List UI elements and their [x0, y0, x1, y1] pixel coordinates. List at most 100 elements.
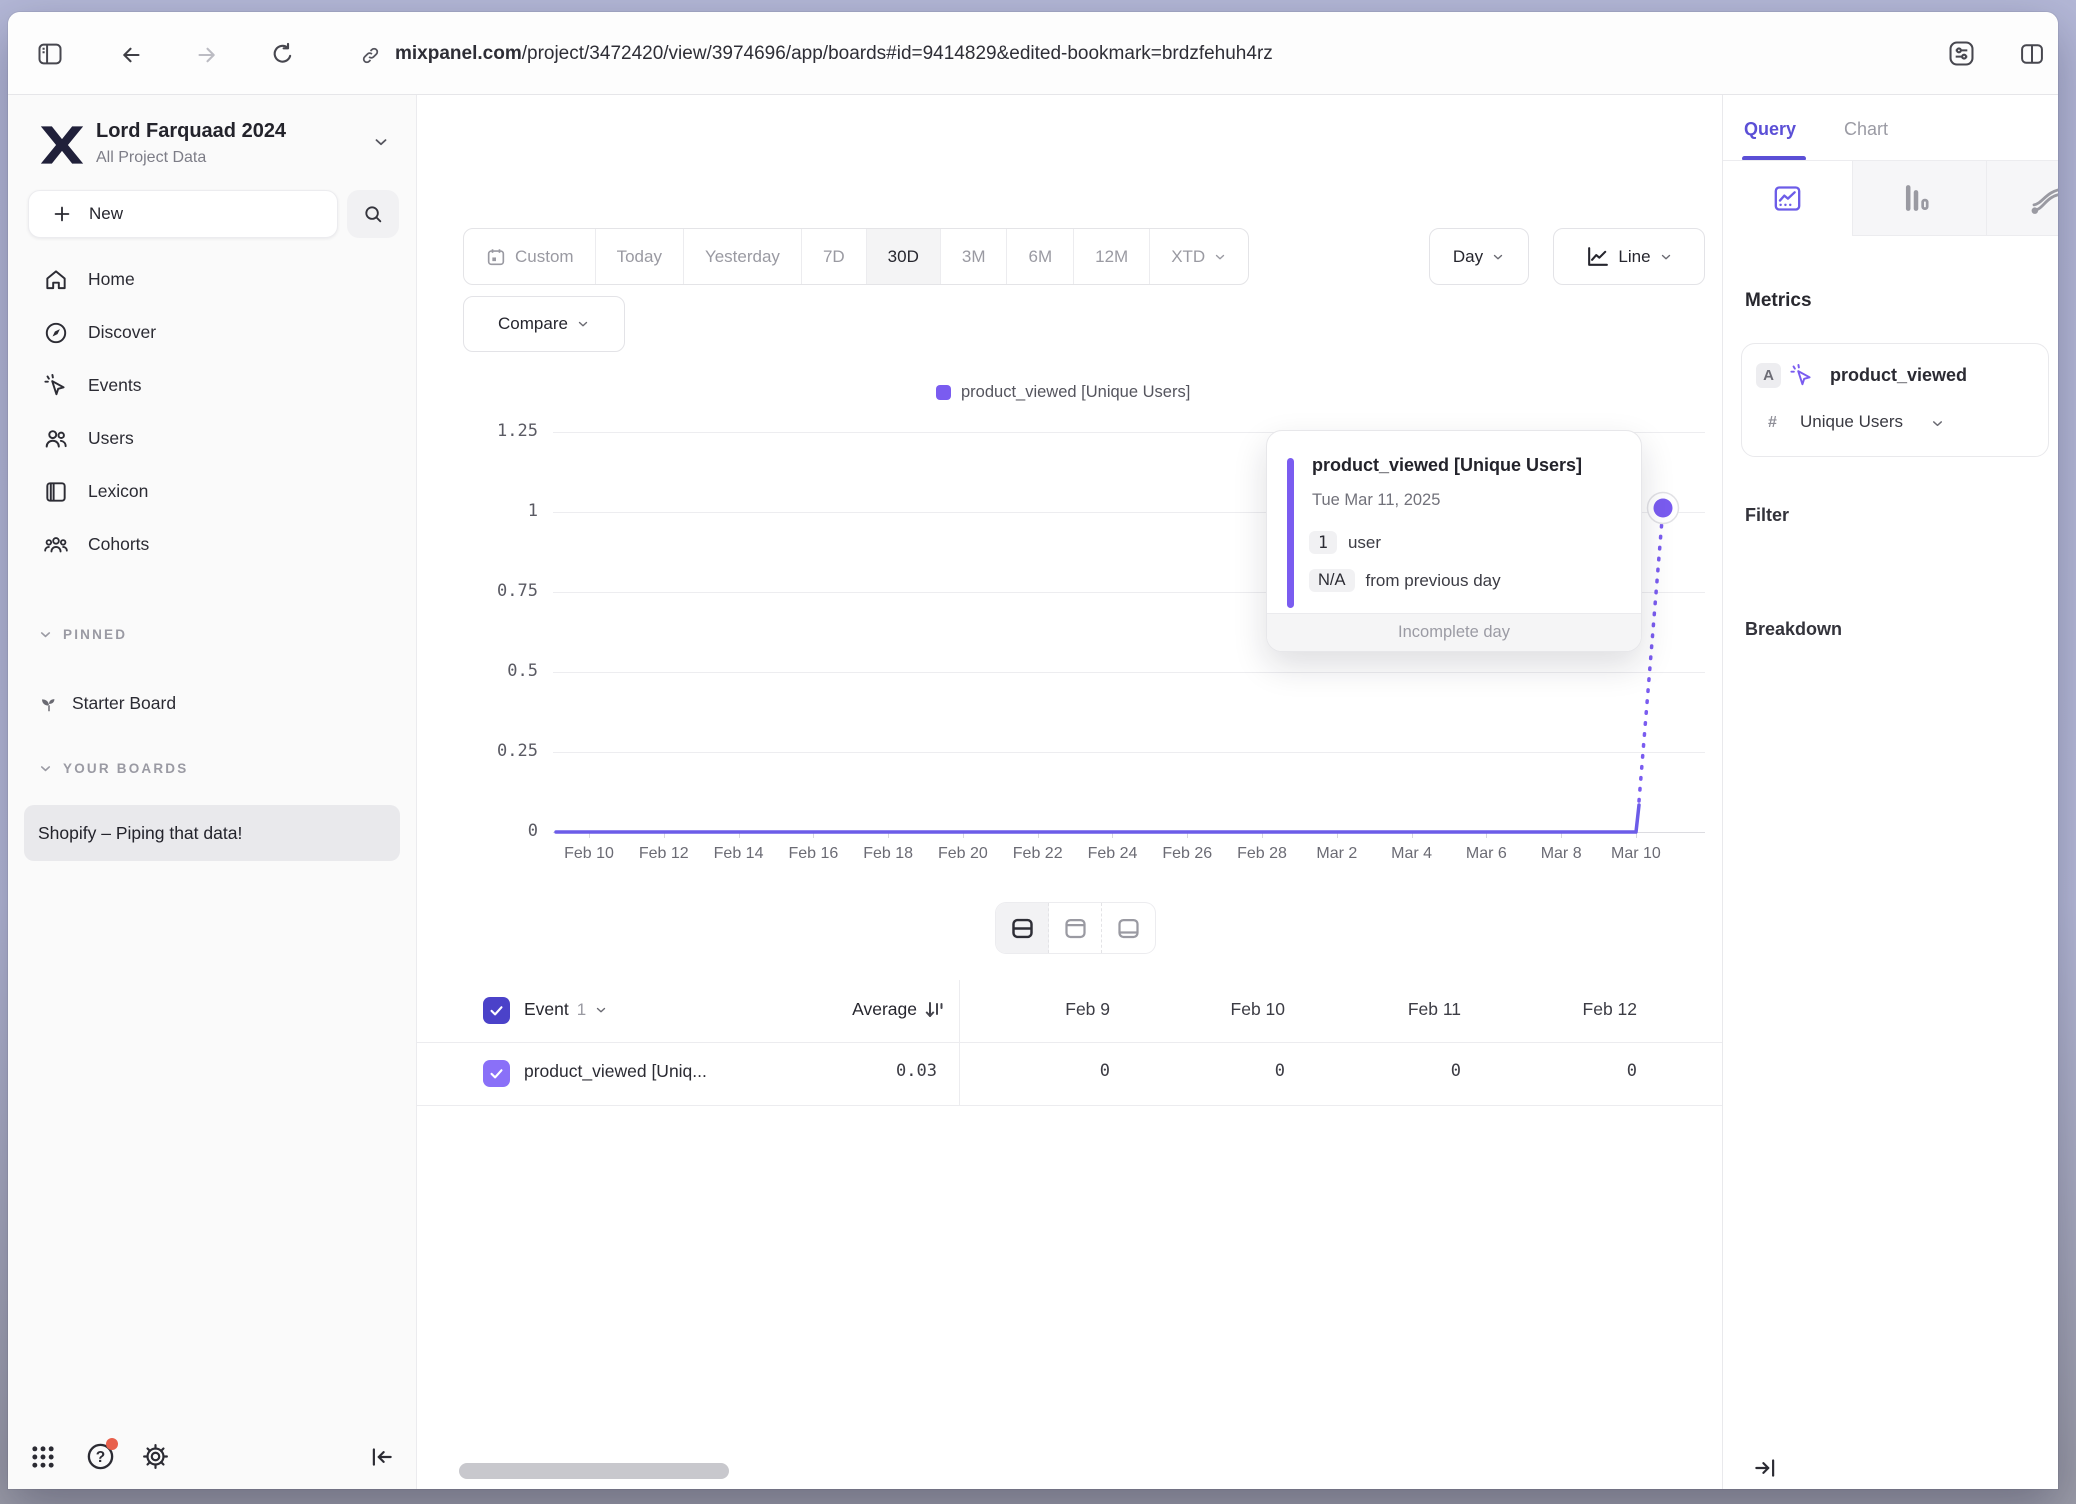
your-boards-label: YOUR BOARDS	[63, 761, 188, 776]
new-button-label: New	[89, 204, 123, 224]
browser-forward-icon[interactable]	[194, 43, 220, 67]
browser-sidebar-toggle-icon[interactable]	[36, 40, 64, 68]
range-custom[interactable]: Custom	[464, 229, 596, 284]
tab-query[interactable]: Query	[1744, 119, 1796, 140]
apps-grid-icon[interactable]	[29, 1443, 57, 1471]
range-today[interactable]: Today	[596, 229, 684, 284]
seedling-icon	[38, 692, 60, 714]
search-button[interactable]	[347, 190, 399, 238]
browser-reload-icon[interactable]	[269, 41, 296, 68]
inactive-tabs-bg	[1853, 161, 2058, 236]
tab-chart[interactable]: Chart	[1844, 119, 1888, 140]
date-column-header[interactable]: Feb 10	[1134, 999, 1309, 1020]
y-tick-label: 0	[476, 821, 538, 841]
date-column-header[interactable]: Feb 11	[1309, 999, 1485, 1020]
sidebar-item-home[interactable]: Home	[8, 253, 416, 306]
sidebar-item-users[interactable]: Users	[8, 412, 416, 465]
range-12m[interactable]: 12M	[1074, 229, 1150, 284]
x-tick-label: Feb 10	[553, 845, 625, 863]
sidebar-item-cohorts[interactable]: Cohorts	[8, 518, 416, 571]
collapse-sidebar-icon[interactable]	[368, 1444, 396, 1470]
date-column-header[interactable]: Feb 12	[1485, 999, 1661, 1020]
aggregation-dropdown[interactable]: Unique Users	[1800, 412, 1903, 432]
sidebar-item-label: Cohorts	[88, 534, 149, 555]
new-button[interactable]: New	[28, 190, 338, 238]
sidebar-item-label: Home	[88, 269, 135, 290]
compass-icon	[42, 320, 70, 346]
row-values: 0 0 0 0	[959, 1061, 1722, 1081]
pinned-label: PINNED	[63, 627, 127, 642]
gear-icon[interactable]	[141, 1442, 170, 1471]
date-range-control: Custom Today Yesterday 7D 30D 3M 6M 12M …	[463, 228, 1249, 285]
line-chart-icon	[1585, 244, 1610, 269]
sidebar-item-label: Discover	[88, 322, 156, 343]
project-name[interactable]: Lord Farquaad 2024	[96, 120, 286, 143]
x-tick-label: Feb 14	[703, 845, 775, 863]
plus-icon	[51, 203, 73, 225]
legend-label: product_viewed [Unique Users]	[961, 383, 1190, 402]
flow-chart-tab[interactable]	[2029, 179, 2058, 219]
chart-type-dropdown[interactable]: Line	[1553, 228, 1705, 285]
browser-back-icon[interactable]	[118, 43, 144, 67]
chevron-down-icon[interactable]	[1930, 416, 1945, 431]
insights-line-tab[interactable]	[1723, 161, 1853, 236]
tab-separator	[1986, 161, 1987, 236]
sidebar-item-events[interactable]: Events	[8, 359, 416, 412]
breakdown-section-label[interactable]: Breakdown	[1745, 619, 1842, 640]
sort-icon[interactable]	[923, 998, 947, 1022]
project-chevron-down-icon[interactable]	[372, 133, 390, 151]
tooltip-change: N/A	[1309, 569, 1355, 592]
data-point[interactable]	[1654, 499, 1673, 518]
metric-card[interactable]: A product_viewed # Unique Users	[1741, 343, 2049, 457]
event-header-label: Event	[524, 999, 569, 1020]
range-3m[interactable]: 3M	[941, 229, 1008, 284]
sidebar-item-lexicon[interactable]: Lexicon	[8, 465, 416, 518]
average-column-header[interactable]: Average	[747, 999, 917, 1020]
select-all-checkbox[interactable]	[483, 997, 510, 1024]
flow-icon	[2029, 179, 2058, 219]
event-column-header[interactable]: Event 1	[524, 999, 608, 1020]
sidebar-item-starter-board[interactable]: Starter Board	[8, 683, 416, 723]
line-chart-icon	[1771, 182, 1804, 215]
pinned-section-header[interactable]: PINNED	[38, 627, 127, 642]
help-icon[interactable]: ?	[85, 1441, 116, 1472]
cell-value: 0	[959, 1061, 1134, 1081]
tooltip-footer: Incomplete day	[1267, 613, 1641, 651]
layout-split-toggle[interactable]	[996, 903, 1049, 953]
tooltip-value-unit: user	[1348, 533, 1381, 553]
horizontal-scrollbar-thumb[interactable]	[459, 1463, 729, 1479]
granularity-dropdown[interactable]: Day	[1429, 228, 1529, 285]
row-checkbox[interactable]	[483, 1060, 510, 1087]
sidebar-item-board-shopify[interactable]: Shopify – Piping that data!	[24, 805, 400, 861]
bar-chart-tab[interactable]	[1899, 181, 1933, 215]
cell-value: 0	[1134, 1061, 1309, 1081]
sidebar-item-label: Users	[88, 428, 134, 449]
range-7d[interactable]: 7D	[802, 229, 867, 284]
layout-chart-only-toggle[interactable]	[1049, 903, 1102, 953]
sidebar-item-discover[interactable]: Discover	[8, 306, 416, 359]
x-tick-label: Mar 10	[1600, 845, 1672, 863]
layout-table-only-toggle[interactable]	[1102, 903, 1155, 953]
range-xtd[interactable]: XTD	[1150, 229, 1248, 284]
chart-legend[interactable]: product_viewed [Unique Users]	[936, 383, 1190, 402]
date-column-header[interactable]: Feb 9	[959, 999, 1134, 1020]
table-row[interactable]: product_viewed [Uniq... 0.03 0 0 0 0	[417, 1043, 1722, 1106]
range-label: Custom	[515, 247, 574, 267]
url-bar[interactable]: mixpanel.com/project/3472420/view/397469…	[395, 12, 1273, 95]
range-label: 6M	[1028, 247, 1052, 267]
metric-event-name[interactable]: product_viewed	[1830, 365, 1967, 386]
range-yesterday[interactable]: Yesterday	[684, 229, 802, 284]
range-30d[interactable]: 30D	[867, 229, 941, 284]
browser-split-view-icon[interactable]	[2018, 40, 2046, 68]
chevron-down-icon	[38, 761, 53, 776]
row-event-name[interactable]: product_viewed [Uniq...	[524, 1061, 707, 1082]
filter-section-label[interactable]: Filter	[1745, 505, 1789, 526]
x-tick-label: Feb 20	[927, 845, 999, 863]
expand-panel-icon[interactable]	[1751, 1455, 1779, 1481]
compare-button[interactable]: Compare	[463, 296, 625, 352]
browser-page-settings-icon[interactable]	[1946, 38, 1977, 69]
your-boards-section-header[interactable]: YOUR BOARDS	[38, 761, 188, 776]
range-6m[interactable]: 6M	[1007, 229, 1074, 284]
aggregation-label: Unique Users	[1800, 412, 1903, 431]
y-tick-label: 0.5	[476, 661, 538, 681]
